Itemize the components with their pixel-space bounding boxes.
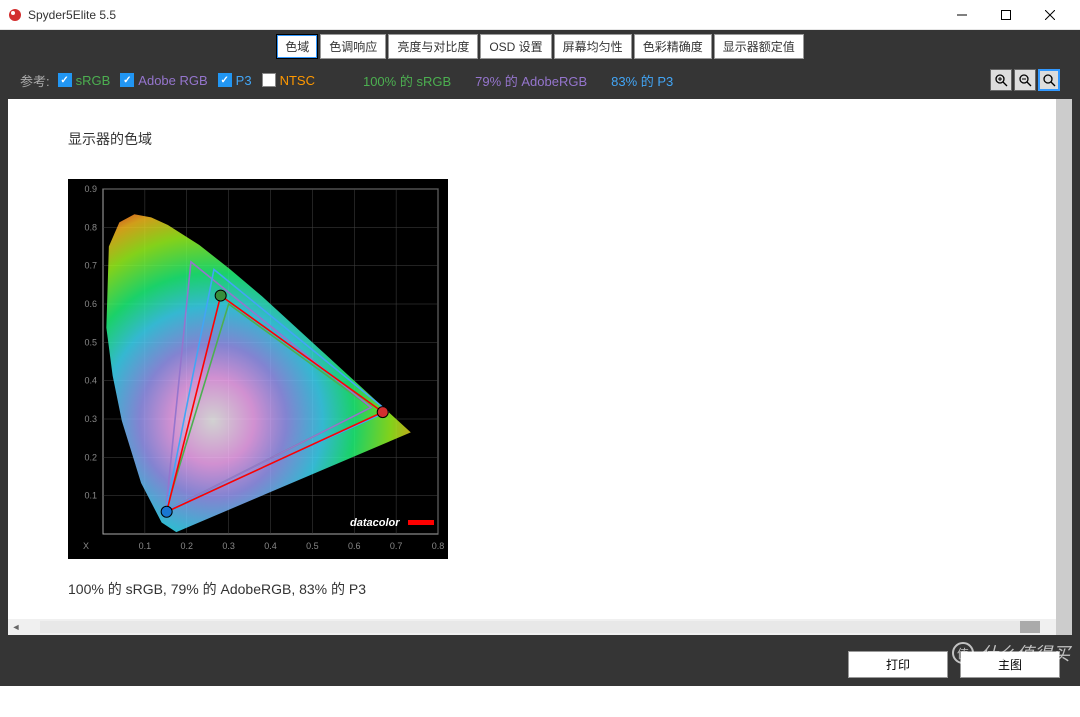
app-icon xyxy=(8,8,22,22)
svg-text:0.7: 0.7 xyxy=(390,541,403,551)
svg-text:0.8: 0.8 xyxy=(84,222,97,232)
svg-text:0.5: 0.5 xyxy=(306,541,319,551)
svg-text:0.4: 0.4 xyxy=(264,541,277,551)
zoom-controls xyxy=(990,69,1060,91)
checkbox-label: Adobe RGB xyxy=(138,73,207,88)
svg-text:0.2: 0.2 xyxy=(84,452,97,462)
checkbox-icon xyxy=(120,73,134,87)
tab-bar: 色域色调响应亮度与对比度OSD 设置屏幕均匀性色彩精确度显示器额定值 xyxy=(0,30,1080,61)
checkbox-icon xyxy=(218,73,232,87)
scroll-left-icon[interactable]: ◄ xyxy=(8,619,24,635)
window-title: Spyder5Elite 5.5 xyxy=(28,8,940,22)
gamut-summary: 100% 的 sRGB, 79% 的 AdobeRGB, 83% 的 P3 xyxy=(68,579,1012,599)
tab-6[interactable]: 显示器额定值 xyxy=(714,34,804,59)
checkbox-icon xyxy=(58,73,72,87)
gamut-chart: 0.1 0.2 0.3 0.4 0.5 0.6 0.7 0.8 0.1 0.2 0.3 0.4 0.5 0… xyxy=(68,179,448,559)
tab-1[interactable]: 色调响应 xyxy=(320,34,386,59)
checkbox-label: NTSC xyxy=(280,73,315,88)
checkbox-ntsc[interactable]: NTSC xyxy=(262,73,315,88)
svg-text:0.5: 0.5 xyxy=(84,337,97,347)
stat-0: 100% 的 sRGB xyxy=(363,71,451,90)
svg-text:0.1: 0.1 xyxy=(84,491,97,501)
checkbox-icon xyxy=(262,73,276,87)
checkbox-adobe-rgb[interactable]: Adobe RGB xyxy=(120,73,207,88)
svg-text:0.6: 0.6 xyxy=(84,299,97,309)
close-button[interactable] xyxy=(1028,1,1072,29)
svg-text:0.1: 0.1 xyxy=(139,541,152,551)
horizontal-scrollbar[interactable]: ◄ ► xyxy=(8,619,1072,635)
svg-text:0.6: 0.6 xyxy=(348,541,361,551)
zoom-in-button[interactable] xyxy=(990,69,1012,91)
tab-2[interactable]: 亮度与对比度 xyxy=(388,34,478,59)
tab-0[interactable]: 色域 xyxy=(276,34,318,59)
minimize-button[interactable] xyxy=(940,1,984,29)
checkbox-label: P3 xyxy=(236,73,252,88)
svg-text:0.4: 0.4 xyxy=(84,376,97,386)
stat-1: 79% 的 AdobeRGB xyxy=(475,71,587,90)
footer-bar: 打印主图 xyxy=(0,643,1080,686)
toolbar: 参考: sRGB Adobe RGB P3 NTSC 100% 的 sRGB 79% 的… xyxy=(8,61,1072,99)
checkbox-srgb[interactable]: sRGB xyxy=(58,73,111,88)
svg-text:0.8: 0.8 xyxy=(432,541,445,551)
svg-text:0.3: 0.3 xyxy=(222,541,235,551)
checkbox-label: sRGB xyxy=(76,73,111,88)
svg-text:X: X xyxy=(83,541,89,551)
stat-2: 83% 的 P3 xyxy=(611,71,673,90)
footer-button-0[interactable]: 打印 xyxy=(848,651,948,678)
vertical-scrollbar[interactable] xyxy=(1056,99,1072,635)
checkbox-p3[interactable]: P3 xyxy=(218,73,252,88)
svg-text:0.9: 0.9 xyxy=(84,184,97,194)
tab-5[interactable]: 色彩精确度 xyxy=(634,34,712,59)
content-panel: 显示器的色域 0.1 0.2 0.3 0.4 0.5 0.6 0.7 0.8 0.1 0.2 0.3… xyxy=(8,99,1072,635)
maximize-button[interactable] xyxy=(984,1,1028,29)
titlebar: Spyder5Elite 5.5 xyxy=(0,0,1080,30)
zoom-out-button[interactable] xyxy=(1014,69,1036,91)
svg-text:datacolor: datacolor xyxy=(350,517,400,529)
reference-label: 参考: xyxy=(20,71,50,90)
svg-text:0.2: 0.2 xyxy=(180,541,193,551)
tab-4[interactable]: 屏幕均匀性 xyxy=(554,34,632,59)
svg-text:0.3: 0.3 xyxy=(84,414,97,424)
footer-button-1[interactable]: 主图 xyxy=(960,651,1060,678)
tab-3[interactable]: OSD 设置 xyxy=(480,34,551,59)
section-title: 显示器的色域 xyxy=(68,129,1012,149)
zoom-fit-button[interactable] xyxy=(1038,69,1060,91)
svg-text:0.7: 0.7 xyxy=(84,261,97,271)
